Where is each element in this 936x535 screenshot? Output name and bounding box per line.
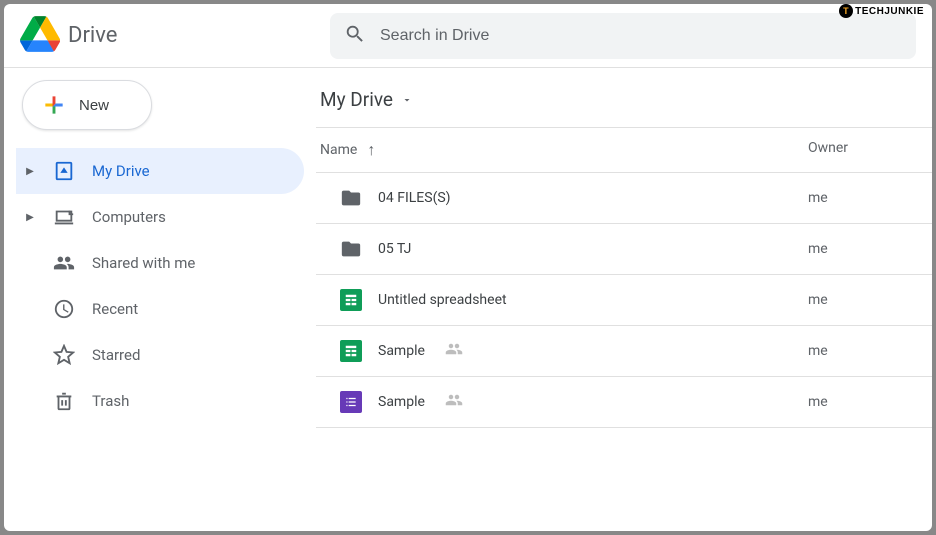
main-content: My Drive Name ↑ Owner 04 FILES(S) me [304,68,932,531]
sidebar-item-mydrive[interactable]: ▶ My Drive [16,148,304,194]
trash-icon [52,390,76,412]
sheet-icon [340,340,362,362]
file-list: 04 FILES(S) me 05 TJ me Untitled spreads… [316,173,932,428]
folder-icon [340,238,362,260]
file-owner: me [808,343,928,359]
watermark-icon: T [839,4,853,18]
column-name-header[interactable]: Name ↑ [320,140,808,160]
form-icon [340,391,362,413]
shared-indicator-icon [441,340,463,362]
drive-logo-icon [20,14,60,58]
folder-icon [340,187,362,209]
sidebar-item-starred[interactable]: ▶ Starred [16,332,304,378]
file-name: Sample [378,394,425,410]
nav-list: ▶ My Drive ▶ Computers ▶ [16,148,304,424]
file-row[interactable]: Sample me [316,326,932,377]
file-owner: me [808,292,928,308]
sidebar-item-label: My Drive [92,162,304,180]
sort-arrow-up-icon[interactable]: ↑ [367,140,375,160]
file-row[interactable]: 04 FILES(S) me [316,173,932,224]
watermark-text: TECHJUNKIE [855,6,924,17]
sheet-icon [340,289,362,311]
computers-icon [52,206,76,228]
search-icon [344,23,366,49]
star-icon [52,344,76,366]
caret-icon[interactable]: ▶ [24,212,36,223]
file-row[interactable]: 05 TJ me [316,224,932,275]
file-row[interactable]: Sample me [316,377,932,428]
drive-icon [52,160,76,182]
file-owner: me [808,241,928,257]
sidebar: New ▶ My Drive ▶ Computers [4,68,304,531]
file-name: 05 TJ [378,241,411,257]
sidebar-item-label: Recent [92,300,304,318]
app-header: Drive [4,4,932,68]
shared-icon [52,252,76,274]
watermark: T TECHJUNKIE [839,4,924,18]
file-row[interactable]: Untitled spreadsheet me [316,275,932,326]
new-button[interactable]: New [22,80,152,130]
shared-indicator-icon [441,391,463,413]
sidebar-item-label: Shared with me [92,254,304,272]
sidebar-item-computers[interactable]: ▶ Computers [16,194,304,240]
search-bar[interactable] [330,13,916,59]
chevron-down-icon [401,88,413,111]
file-name: 04 FILES(S) [378,190,451,206]
sidebar-item-trash[interactable]: ▶ Trash [16,378,304,424]
app-name: Drive [68,23,117,48]
column-name-label: Name [320,142,357,158]
new-button-label: New [79,97,109,114]
column-headers: Name ↑ Owner [316,128,932,173]
breadcrumb[interactable]: My Drive [316,80,932,128]
file-owner: me [808,190,928,206]
column-owner-label: Owner [808,140,848,156]
sidebar-item-recent[interactable]: ▶ Recent [16,286,304,332]
breadcrumb-label: My Drive [320,88,393,111]
file-name: Untitled spreadsheet [378,292,507,308]
column-owner-header[interactable]: Owner [808,140,928,160]
file-owner: me [808,394,928,410]
plus-icon [41,92,67,118]
search-input[interactable] [380,27,902,45]
caret-icon[interactable]: ▶ [24,166,36,177]
clock-icon [52,298,76,320]
sidebar-item-label: Trash [92,392,304,410]
file-name: Sample [378,343,425,359]
sidebar-item-shared[interactable]: ▶ Shared with me [16,240,304,286]
logo-area[interactable]: Drive [20,14,330,58]
sidebar-item-label: Starred [92,346,304,364]
sidebar-item-label: Computers [92,208,304,226]
